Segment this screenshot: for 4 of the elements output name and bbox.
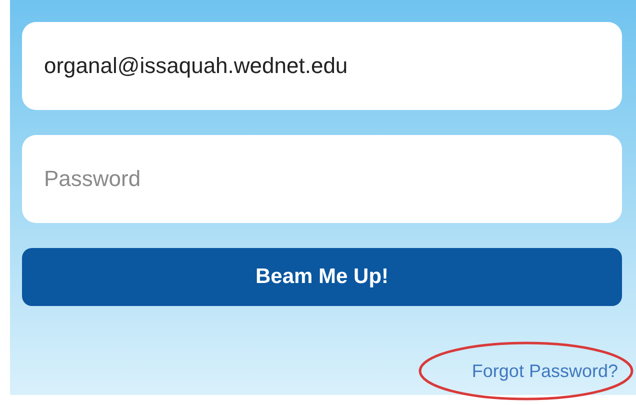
submit-button[interactable]: Beam Me Up! — [22, 248, 622, 306]
email-field[interactable]: organal@issaquah.wednet.edu — [22, 22, 622, 110]
forgot-password-link[interactable]: Forgot Password? — [472, 361, 618, 382]
password-field[interactable]: Password — [22, 135, 622, 223]
